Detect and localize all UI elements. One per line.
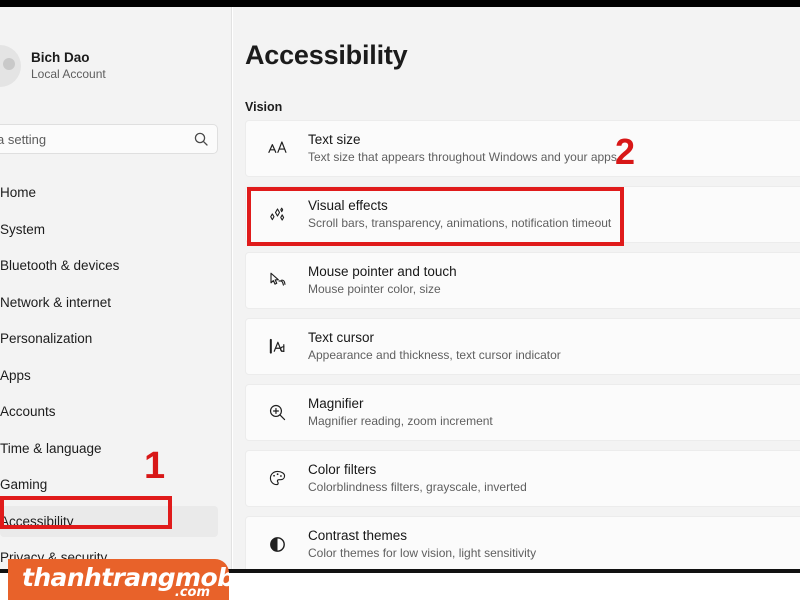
sidebar-item-label: System bbox=[0, 221, 46, 237]
setting-title: Text size bbox=[308, 131, 361, 147]
setting-row-text-cursor[interactable]: Text cursor Appearance and thickness, te… bbox=[245, 318, 800, 375]
sidebar-item-label: Accounts bbox=[0, 404, 56, 419]
sidebar-item-accessibility[interactable]: Accessibility bbox=[0, 505, 218, 537]
sidebar-item-label: Personalization bbox=[0, 331, 93, 346]
account-name: Bich Dao bbox=[31, 49, 90, 65]
sidebar-item-label: Gaming bbox=[0, 477, 48, 492]
sidebar-item-label: Accessibility bbox=[0, 513, 74, 529]
annotation-step-1: 1 bbox=[144, 445, 166, 487]
search-icon[interactable] bbox=[193, 131, 209, 147]
setting-title: Contrast themes bbox=[308, 527, 408, 543]
magnifier-icon bbox=[260, 402, 294, 423]
visual-effects-icon bbox=[260, 204, 294, 225]
sidebar-nav: Home System Bluetooth & devices Network … bbox=[0, 177, 231, 569]
setting-row-color-filters[interactable]: Color filters Colorblindness filters, gr… bbox=[245, 450, 800, 507]
sidebar-item-label: Home bbox=[0, 185, 37, 200]
sidebar-item-label: Network & internet bbox=[0, 294, 112, 310]
text-size-icon bbox=[260, 138, 294, 159]
account-section[interactable]: Bich Dao Local Account bbox=[0, 45, 106, 87]
setting-subtitle: Colorblindness filters, grayscale, inver… bbox=[308, 480, 527, 495]
setting-subtitle: Scroll bars, transparency, animations, n… bbox=[308, 216, 612, 231]
page-title: Accessibility bbox=[245, 40, 408, 70]
setting-subtitle: Appearance and thickness, text cursor in… bbox=[308, 348, 561, 363]
user-avatar-icon bbox=[0, 45, 21, 87]
settings-sidebar: Bich Dao Local Account a setting Home Sy… bbox=[0, 7, 232, 569]
account-type: Local Account bbox=[31, 67, 106, 82]
sidebar-item-system[interactable]: System bbox=[0, 214, 231, 245]
settings-content: Accessibility Vision Text size Text size… bbox=[233, 7, 800, 569]
mouse-pointer-icon bbox=[260, 270, 294, 291]
sidebar-item-label: Bluetooth & devices bbox=[0, 258, 120, 273]
search-input-value[interactable]: a setting bbox=[0, 132, 193, 147]
watermark-banner: thanhtrangmobile .com bbox=[8, 559, 229, 600]
sidebar-item-label: Time & language bbox=[0, 440, 102, 456]
setting-row-mouse-pointer-and-touch[interactable]: Mouse pointer and touch Mouse pointer co… bbox=[245, 252, 800, 309]
section-header-vision: Vision bbox=[245, 100, 283, 114]
watermark-tld: .com bbox=[174, 585, 210, 600]
setting-subtitle: Mouse pointer color, size bbox=[308, 282, 441, 297]
contrast-themes-icon bbox=[260, 534, 294, 555]
sidebar-item-gaming[interactable]: Gaming bbox=[0, 469, 231, 500]
sidebar-item-home[interactable]: Home bbox=[0, 177, 231, 208]
setting-row-text-size[interactable]: Text size Text size that appears through… bbox=[245, 120, 800, 177]
settings-window: Bich Dao Local Account a setting Home Sy… bbox=[0, 0, 800, 600]
setting-subtitle: Magnifier reading, zoom increment bbox=[308, 414, 493, 429]
setting-subtitle: Color themes for low vision, light sensi… bbox=[308, 546, 537, 561]
setting-row-visual-effects[interactable]: Visual effects Scroll bars, transparency… bbox=[245, 186, 800, 243]
setting-title: Text cursor bbox=[308, 329, 375, 345]
window-top-border bbox=[0, 0, 800, 7]
search-input[interactable]: a setting bbox=[0, 124, 218, 154]
sidebar-item-label: Apps bbox=[0, 367, 31, 383]
text-cursor-icon bbox=[260, 336, 294, 357]
sidebar-item-network-internet[interactable]: Network & internet bbox=[0, 287, 231, 318]
setting-row-contrast-themes[interactable]: Contrast themes Color themes for low vis… bbox=[245, 516, 800, 569]
setting-title: Visual effects bbox=[308, 197, 388, 213]
sidebar-item-time-language[interactable]: Time & language bbox=[0, 433, 231, 464]
color-filters-icon bbox=[260, 468, 294, 489]
sidebar-item-apps[interactable]: Apps bbox=[0, 360, 231, 391]
setting-title: Color filters bbox=[308, 461, 377, 477]
sidebar-item-personalization[interactable]: Personalization bbox=[0, 323, 231, 354]
sidebar-item-accounts[interactable]: Accounts bbox=[0, 396, 231, 427]
settings-list: Text size Text size that appears through… bbox=[245, 120, 800, 569]
annotation-step-2: 2 bbox=[615, 131, 636, 172]
setting-title: Mouse pointer and touch bbox=[308, 263, 457, 279]
setting-subtitle: Text size that appears throughout Window… bbox=[308, 150, 617, 165]
setting-row-magnifier[interactable]: Magnifier Magnifier reading, zoom increm… bbox=[245, 384, 800, 441]
sidebar-item-bluetooth-devices[interactable]: Bluetooth & devices bbox=[0, 250, 231, 281]
setting-title: Magnifier bbox=[308, 395, 364, 411]
